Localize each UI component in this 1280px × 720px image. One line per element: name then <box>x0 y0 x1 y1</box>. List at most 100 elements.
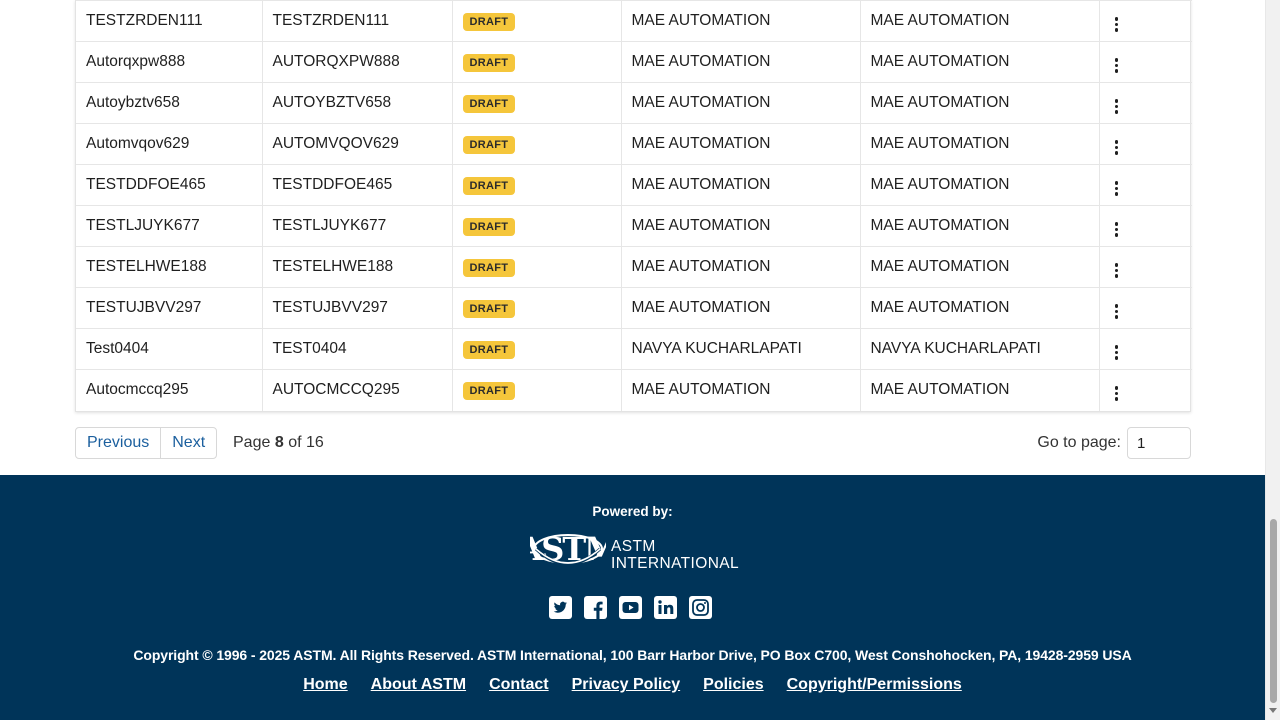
table-row: Autoybztv658 AUTOYBZTV658 DRAFT MAE AUTOMAT… <box>76 82 1192 124</box>
footer-link-home[interactable]: Home <box>303 676 347 694</box>
cell-modified-by: NAVYA KUCHARLAPATI <box>860 328 1100 370</box>
cell-name: Test0404 <box>76 328 263 370</box>
status-badge: DRAFT <box>462 299 516 318</box>
kebab-menu-icon[interactable] <box>1110 14 1124 34</box>
table-row: TESTUJBVV297 TESTUJBVV297 DRAFT MAE AUTOMAT… <box>76 287 1192 329</box>
next-button[interactable]: Next <box>160 428 216 458</box>
cell-code: TEST0404 <box>262 328 453 370</box>
cell-modified-by: MAE AUTOMATION <box>860 82 1100 124</box>
page-indicator: Page 8 of 16 <box>233 427 324 459</box>
page-prefix: Page <box>233 434 271 451</box>
status-badge: DRAFT <box>462 258 516 277</box>
cell-actions <box>1099 205 1192 247</box>
footer-link-contact[interactable]: Contact <box>489 676 549 694</box>
cell-modified-by: MAE AUTOMATION <box>860 123 1100 165</box>
footer-link-policies[interactable]: Policies <box>703 676 763 694</box>
cell-code: AUTORQXPW888 <box>262 41 453 83</box>
instagram-icon[interactable] <box>689 596 712 619</box>
cell-name: Autocmccq295 <box>76 369 263 411</box>
cell-actions <box>1099 82 1192 124</box>
kebab-menu-icon[interactable] <box>1110 96 1124 116</box>
kebab-menu-icon[interactable] <box>1110 219 1124 239</box>
pagination: Previous Next Page 8 of 16 Go to page: <box>75 427 1191 459</box>
previous-button[interactable]: Previous <box>76 428 160 458</box>
cell-created-by: MAE AUTOMATION <box>621 82 861 124</box>
cell-actions <box>1099 41 1192 83</box>
cell-code: TESTDDFOE465 <box>262 164 453 206</box>
kebab-menu-icon[interactable] <box>1110 342 1124 362</box>
cell-modified-by: MAE AUTOMATION <box>860 287 1100 329</box>
cell-created-by: MAE AUTOMATION <box>621 41 861 83</box>
cell-modified-by: MAE AUTOMATION <box>860 0 1100 42</box>
twitter-icon[interactable] <box>549 596 572 619</box>
youtube-icon[interactable] <box>619 596 642 619</box>
cell-status: DRAFT <box>452 287 622 329</box>
goto-label: Go to page: <box>1037 434 1121 451</box>
scrollbar[interactable] <box>1265 0 1280 720</box>
table-row: Automvqov629 AUTOMVQOV629 DRAFT MAE AUTOMAT… <box>76 123 1192 165</box>
facebook-icon[interactable] <box>584 596 607 619</box>
cell-status: DRAFT <box>452 246 622 288</box>
cell-status: DRAFT <box>452 369 622 411</box>
cell-name: Automvqov629 <box>76 123 263 165</box>
kebab-menu-icon[interactable] <box>1110 260 1124 280</box>
kebab-menu-icon[interactable] <box>1110 384 1124 404</box>
scroll-down-arrow-icon[interactable] <box>1269 708 1277 713</box>
astm-logo[interactable]: ASTM ASTM INTERNATIONAL <box>517 519 738 577</box>
cell-name: Autorqxpw888 <box>76 41 263 83</box>
goto-page-input[interactable] <box>1127 427 1191 459</box>
status-badge: DRAFT <box>462 12 516 31</box>
footer-link-about[interactable]: About ASTM <box>371 676 466 694</box>
scrollbar-thumb[interactable] <box>1270 519 1277 703</box>
cell-actions <box>1099 164 1192 206</box>
cell-actions <box>1099 246 1192 288</box>
cell-actions <box>1099 0 1192 42</box>
page-total: of 16 <box>288 434 324 451</box>
pagination-buttons: Previous Next <box>75 427 218 459</box>
cell-modified-by: MAE AUTOMATION <box>860 369 1100 411</box>
cell-code: AUTOCMCCQ295 <box>262 369 453 411</box>
cell-created-by: MAE AUTOMATION <box>621 246 861 288</box>
cell-status: DRAFT <box>452 0 622 42</box>
kebab-menu-icon[interactable] <box>1110 137 1124 157</box>
table-row: Autocmccq295 AUTOCMCCQ295 DRAFT MAE AUTOMAT… <box>76 369 1192 411</box>
footer-link-copyright[interactable]: Copyright/Permissions <box>787 676 962 694</box>
cell-actions <box>1099 123 1192 165</box>
footer-links: Home About ASTM Contact Privacy Policy P… <box>0 676 1265 694</box>
cell-code: AUTOYBZTV658 <box>262 82 453 124</box>
cell-status: DRAFT <box>452 164 622 206</box>
logo-line-1: ASTM <box>611 538 656 555</box>
cell-code: AUTOMVQOV629 <box>262 123 453 165</box>
linkedin-icon[interactable] <box>654 596 677 619</box>
cell-actions <box>1099 370 1192 411</box>
cell-name: TESTDDFOE465 <box>76 164 263 206</box>
footer-link-privacy[interactable]: Privacy Policy <box>572 676 681 694</box>
cell-status: DRAFT <box>452 82 622 124</box>
cell-status: DRAFT <box>452 205 622 247</box>
status-badge: DRAFT <box>462 135 516 154</box>
kebab-menu-icon[interactable] <box>1110 178 1124 198</box>
cell-actions <box>1099 287 1192 329</box>
cell-created-by: MAE AUTOMATION <box>621 164 861 206</box>
kebab-menu-icon[interactable] <box>1110 55 1124 75</box>
copyright-text: Copyright © 1996 - 2025 ASTM. All Rights… <box>133 647 1132 663</box>
cell-status: DRAFT <box>452 41 622 83</box>
table-row: TESTLJUYK677 TESTLJUYK677 DRAFT MAE AUTOMAT… <box>76 205 1192 247</box>
cell-modified-by: MAE AUTOMATION <box>860 205 1100 247</box>
current-page: 8 <box>274 434 284 451</box>
cell-status: DRAFT <box>452 328 622 370</box>
cell-created-by: MAE AUTOMATION <box>621 123 861 165</box>
logo-text: ASTM INTERNATIONAL <box>611 538 739 572</box>
cell-created-by: MAE AUTOMATION <box>621 0 861 42</box>
cell-code: TESTELHWE188 <box>262 246 453 288</box>
cell-modified-by: MAE AUTOMATION <box>860 246 1100 288</box>
powered-by-label: Powered by: <box>592 504 673 519</box>
kebab-menu-icon[interactable] <box>1110 301 1124 321</box>
cell-code: TESTZRDEN111 <box>262 0 453 42</box>
table-row: TESTZRDEN111 TESTZRDEN111 DRAFT MAE AUTOMAT… <box>76 0 1192 42</box>
status-badge: DRAFT <box>462 340 516 359</box>
status-badge: DRAFT <box>462 217 516 236</box>
cell-code: TESTUJBVV297 <box>262 287 453 329</box>
table-row: Autorqxpw888 AUTORQXPW888 DRAFT MAE AUTOMAT… <box>76 41 1192 83</box>
table-body: TESTZRDEN111 TESTZRDEN111 DRAFT MAE AUTOMAT… <box>76 0 1192 411</box>
